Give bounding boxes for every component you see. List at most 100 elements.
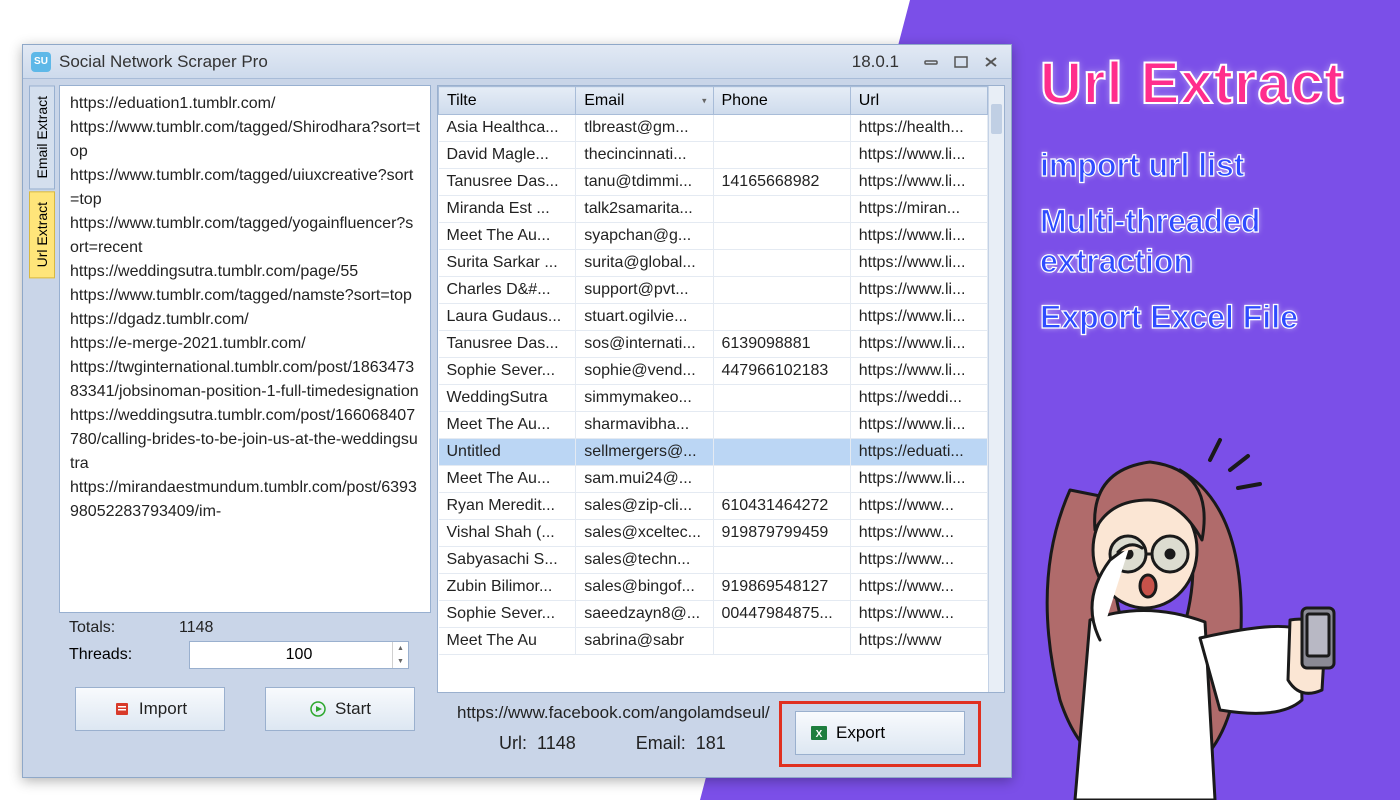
table-row[interactable]: Vishal Shah (...sales@xceltec...91987979… [439,520,988,547]
maximize-button[interactable] [949,53,973,71]
cell-phone: 447966102183 [713,358,850,385]
tab-url-extract[interactable]: Url Extract [29,191,55,278]
table-row[interactable]: Meet The Au...syapchan@g... https://www.l… [439,223,988,250]
url-list-textarea[interactable]: https://eduation1.tumblr.com/ https://ww… [59,85,431,613]
col-phone[interactable]: Phone [713,87,850,115]
table-row[interactable]: Charles D&#...support@pvt...https://www.… [439,277,988,304]
table-row[interactable]: Zubin Bilimor...sales@bingof...919869548… [439,574,988,601]
promo-line-2: Multi-threaded extraction [1040,201,1370,281]
cell-phone [713,196,850,223]
export-label: Export [836,723,885,743]
close-button[interactable] [979,53,1003,71]
cell-url: https://www... [850,574,987,601]
cell-url: https://www.li... [850,412,987,439]
col-url[interactable]: Url [850,87,987,115]
threads-input[interactable]: 100 ▲▼ [189,641,409,669]
results-grid[interactable]: Tilte Email▾ Phone Url Asia Healthca...t… [438,86,988,655]
cell-title: Sabyasachi S... [439,547,576,574]
start-button[interactable]: Start [265,687,415,731]
cell-url: https://www.li... [850,358,987,385]
cell-phone [713,142,850,169]
cell-url: https://weddi... [850,385,987,412]
table-row[interactable]: Ryan Meredit...sales@zip-cli...610431464… [439,493,988,520]
cell-url: https://miran... [850,196,987,223]
svg-text:X: X [816,729,823,740]
threads-spinner[interactable]: ▲▼ [392,642,408,668]
table-row[interactable]: Surita Sarkar ...surita@global...https:/… [439,250,988,277]
cell-phone [713,223,850,250]
cell-email: sabrina@sabr [576,628,713,655]
status-url-label: Url: [499,733,527,753]
table-row[interactable]: Sophie Sever...saeedzayn8@...00447984875… [439,601,988,628]
cell-email: sophie@vend... [576,358,713,385]
cell-email: sharmavibha... [576,412,713,439]
cell-email: surita@global... [576,250,713,277]
export-button[interactable]: X Export [795,711,965,755]
titlebar: SU Social Network Scraper Pro 18.0.1 [23,45,1011,79]
import-label: Import [139,699,187,719]
promo-title: Url Extract [1040,50,1370,117]
table-row[interactable]: Meet The Au...sharmavibha... https://www.… [439,412,988,439]
cell-phone: 6139098881 [713,331,850,358]
cell-email: sales@xceltec... [576,520,713,547]
cell-phone [713,277,850,304]
table-row[interactable]: Sophie Sever...sophie@vend...44796610218… [439,358,988,385]
cell-phone: 919869548127 [713,574,850,601]
cell-url: https://www.li... [850,142,987,169]
threads-label: Threads: [69,646,179,664]
grid-scrollbar[interactable] [988,86,1004,692]
cell-email: sos@internati... [576,331,713,358]
cell-url: https://www.li... [850,331,987,358]
cell-url: https://www [850,628,987,655]
table-row[interactable]: WeddingSutrasimmymakeo...https://weddi..… [439,385,988,412]
table-row[interactable]: Sabyasachi S...sales@techn...https://www… [439,547,988,574]
cell-title: Asia Healthca... [439,115,576,142]
scrollbar-thumb[interactable] [991,104,1002,134]
right-panel: Tilte Email▾ Phone Url Asia Healthca...t… [437,85,1005,771]
cell-url: https://www.li... [850,223,987,250]
cell-phone: 00447984875... [713,601,850,628]
totals-label: Totals: [69,619,179,637]
cell-title: Meet The Au... [439,223,576,250]
status-email-count: 181 [696,733,726,753]
table-row[interactable]: Meet The Au...sam.mui24@...https://www.l… [439,466,988,493]
cell-email: syapchan@g... [576,223,713,250]
cell-email: talk2samarita... [576,196,713,223]
cell-title: David Magle... [439,142,576,169]
col-title[interactable]: Tilte [439,87,576,115]
cell-phone [713,304,850,331]
table-row[interactable]: David Magle...thecincinnati... https://ww… [439,142,988,169]
table-row[interactable]: Laura Gudaus...stuart.ogilvie...https://… [439,304,988,331]
cell-email: thecincinnati... [576,142,713,169]
table-row[interactable]: Asia Healthca...tlbreast@gm...https://he… [439,115,988,142]
col-email[interactable]: Email▾ [576,87,713,115]
tab-email-extract[interactable]: Email Extract [29,85,55,189]
app-icon: SU [31,52,51,72]
cell-email: tanu@tdimmi... [576,169,713,196]
cell-title: Laura Gudaus... [439,304,576,331]
import-button[interactable]: Import [75,687,225,731]
cell-url: https://www.li... [850,277,987,304]
table-row[interactable]: Meet The Ausabrina@sabrhttps://www [439,628,988,655]
cell-phone [713,466,850,493]
cartoon-illustration [980,400,1340,800]
cell-email: tlbreast@gm... [576,115,713,142]
cell-title: Meet The Au... [439,412,576,439]
cell-title: Tanusree Das... [439,331,576,358]
table-row[interactable]: Tanusree Das...sos@internati...613909888… [439,331,988,358]
promo-line-3: Export Excel File [1040,297,1370,337]
cell-title: Zubin Bilimor... [439,574,576,601]
table-row[interactable]: Miranda Est ...talk2samarita... https://m… [439,196,988,223]
cell-title: Miranda Est ... [439,196,576,223]
table-row[interactable]: Tanusree Das...tanu@tdimmi...14165668982… [439,169,988,196]
cell-email: support@pvt... [576,277,713,304]
cell-url: https://eduati... [850,439,987,466]
excel-icon: X [810,724,828,742]
threads-value: 100 [286,646,313,664]
table-row[interactable]: Untitledsellmergers@...https://eduati... [439,439,988,466]
version-label: 18.0.1 [852,52,899,72]
chevron-down-icon: ▾ [702,95,707,106]
minimize-button[interactable] [919,53,943,71]
results-grid-wrap: Tilte Email▾ Phone Url Asia Healthca...t… [437,85,1005,693]
cell-url: https://www... [850,601,987,628]
